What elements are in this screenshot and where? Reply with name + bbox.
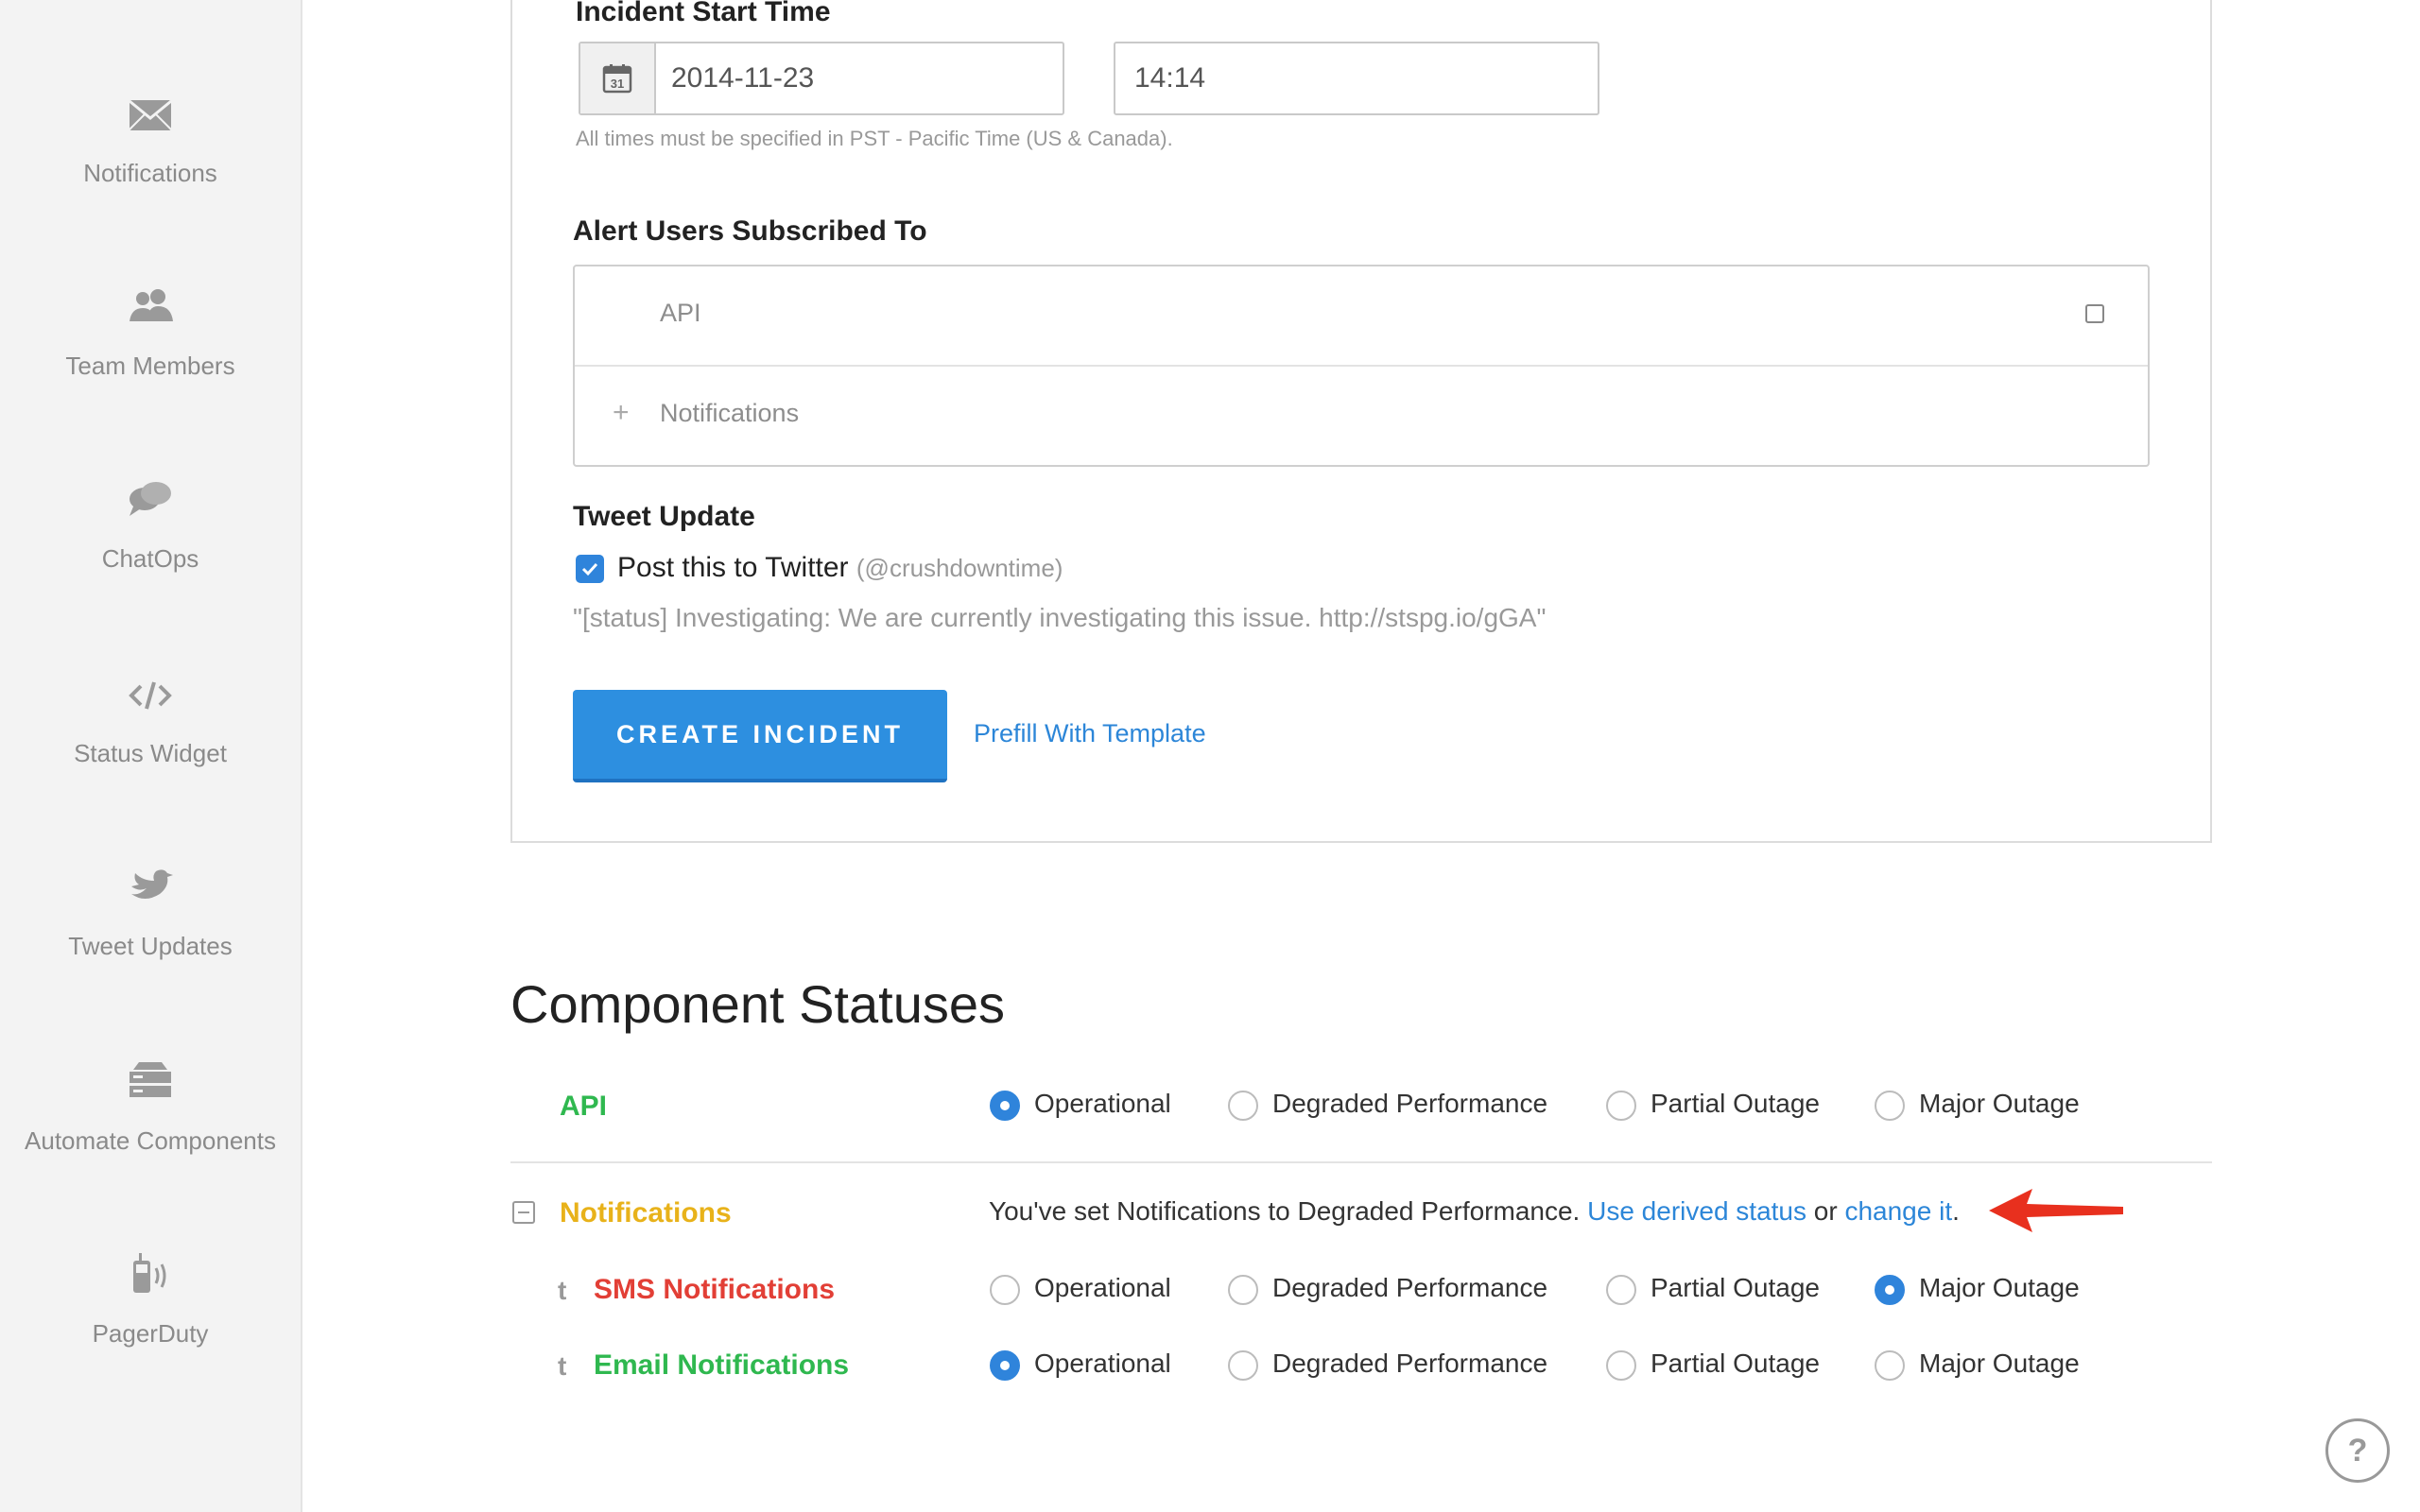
pager-icon bbox=[122, 1247, 179, 1304]
radio-label: Partial Outage bbox=[1651, 1349, 1820, 1378]
create-incident-button[interactable]: CREATE INCIDENT bbox=[573, 690, 947, 782]
component-name-email: Email Notifications bbox=[594, 1349, 850, 1381]
derived-status-text: You've set Notifications to Degraded Per… bbox=[989, 1196, 1581, 1226]
sidebar-item-label: ChatOps bbox=[101, 544, 199, 573]
child-indicator-icon: t bbox=[558, 1351, 567, 1381]
component-name-notifications: Notifications bbox=[560, 1197, 732, 1228]
use-derived-status-link[interactable]: Use derived status bbox=[1587, 1196, 1806, 1226]
sms-radio-operational[interactable] bbox=[990, 1275, 1020, 1305]
email-radio-major-outage[interactable] bbox=[1875, 1350, 1905, 1381]
radio-label: Degraded Performance bbox=[1272, 1273, 1548, 1302]
team-icon bbox=[122, 280, 179, 336]
radio-label: Operational bbox=[1034, 1089, 1171, 1118]
expand-plus-icon[interactable]: + bbox=[613, 397, 630, 429]
prefill-template-link[interactable]: Prefill With Template bbox=[974, 719, 1206, 748]
alert-row-api[interactable]: API bbox=[575, 266, 2148, 365]
chat-bubbles-icon bbox=[122, 472, 179, 529]
derived-status-message: You've set Notifications to Degraded Per… bbox=[989, 1196, 1960, 1227]
api-radio-major-outage[interactable] bbox=[1875, 1091, 1905, 1121]
component-name-api: API bbox=[560, 1091, 608, 1122]
sidebar-item-team-members[interactable]: Team Members bbox=[0, 280, 301, 381]
api-radio-partial-outage[interactable] bbox=[1606, 1091, 1636, 1121]
change-it-link[interactable]: change it bbox=[1844, 1196, 1952, 1226]
sidebar-item-label: Status Widget bbox=[74, 739, 227, 767]
radio-label: Degraded Performance bbox=[1272, 1089, 1548, 1118]
radio-label: Major Outage bbox=[1919, 1273, 2080, 1302]
time-value: 14:14 bbox=[1134, 62, 1206, 94]
api-radio-operational[interactable] bbox=[990, 1091, 1020, 1121]
email-radio-operational[interactable] bbox=[990, 1350, 1020, 1381]
minus-icon bbox=[518, 1211, 529, 1213]
radio-label: Partial Outage bbox=[1651, 1273, 1820, 1302]
alert-row-label: API bbox=[660, 299, 701, 327]
time-input[interactable]: 14:14 bbox=[1114, 42, 1599, 115]
radio-label: Operational bbox=[1034, 1349, 1171, 1378]
api-radio-degraded[interactable] bbox=[1228, 1091, 1258, 1121]
radio-label: Major Outage bbox=[1919, 1349, 2080, 1378]
sidebar-item-automate-components[interactable]: Automate Components bbox=[0, 1055, 301, 1156]
component-name-sms: SMS Notifications bbox=[594, 1274, 836, 1305]
sms-radio-partial-outage[interactable] bbox=[1606, 1275, 1636, 1305]
post-to-twitter-text: Post this to Twitter bbox=[617, 552, 849, 583]
sidebar-item-label: Automate Components bbox=[25, 1126, 276, 1155]
sidebar-item-pagerduty[interactable]: PagerDuty bbox=[0, 1247, 301, 1349]
timezone-hint: All times must be specified in PST - Pac… bbox=[576, 127, 1173, 150]
sidebar-item-label: Team Members bbox=[65, 352, 235, 380]
email-radio-degraded[interactable] bbox=[1228, 1350, 1258, 1381]
sidebar-item-status-widget[interactable]: Status Widget bbox=[0, 667, 301, 768]
period-text: . bbox=[1952, 1196, 1960, 1226]
sms-radio-degraded[interactable] bbox=[1228, 1275, 1258, 1305]
post-to-twitter-checkbox[interactable] bbox=[576, 555, 604, 583]
code-icon bbox=[122, 667, 179, 724]
sidebar-item-notifications[interactable]: Notifications bbox=[0, 87, 301, 188]
child-indicator-icon: t bbox=[558, 1276, 567, 1305]
twitter-bird-icon bbox=[122, 860, 179, 917]
sidebar: Notifications Team Members ChatOps Statu… bbox=[0, 0, 302, 1512]
calendar-icon[interactable]: 31 bbox=[580, 43, 656, 113]
help-button[interactable]: ? bbox=[2325, 1418, 2390, 1483]
tweet-preview: "[status] Investigating: We are currentl… bbox=[573, 603, 1547, 632]
email-radio-partial-outage[interactable] bbox=[1606, 1350, 1636, 1381]
radio-label: Partial Outage bbox=[1651, 1089, 1820, 1118]
start-time-label: Incident Start Time bbox=[576, 0, 831, 27]
alert-components-list: API + Notifications bbox=[573, 265, 2150, 467]
alert-api-checkbox[interactable] bbox=[2085, 304, 2104, 323]
alert-row-label: Notifications bbox=[660, 399, 800, 427]
divider bbox=[510, 1161, 2212, 1163]
sms-radio-major-outage[interactable] bbox=[1875, 1275, 1905, 1305]
sidebar-item-label: PagerDuty bbox=[92, 1319, 209, 1348]
radio-label: Operational bbox=[1034, 1273, 1171, 1302]
component-statuses-title: Component Statuses bbox=[510, 974, 1005, 1034]
sidebar-item-tweet-updates[interactable]: Tweet Updates bbox=[0, 860, 301, 961]
alert-users-label: Alert Users Subscribed To bbox=[573, 215, 927, 247]
sidebar-item-label: Tweet Updates bbox=[68, 932, 233, 960]
svg-text:31: 31 bbox=[611, 77, 624, 91]
date-input[interactable]: 31 2014-11-23 bbox=[579, 42, 1064, 115]
collapse-group-button[interactable] bbox=[512, 1201, 535, 1224]
alert-row-notifications[interactable]: + Notifications bbox=[575, 365, 2148, 463]
radio-label: Degraded Performance bbox=[1272, 1349, 1548, 1378]
radio-label: Major Outage bbox=[1919, 1089, 2080, 1118]
envelope-icon bbox=[122, 87, 179, 144]
sidebar-item-chatops[interactable]: ChatOps bbox=[0, 472, 301, 574]
twitter-handle: (@crushdowntime) bbox=[856, 554, 1063, 582]
post-to-twitter-label[interactable]: Post this to Twitter (@crushdowntime) bbox=[617, 552, 1063, 584]
tweet-update-label: Tweet Update bbox=[573, 501, 755, 532]
red-arrow-annotation bbox=[1989, 1189, 2123, 1232]
date-value: 2014-11-23 bbox=[671, 62, 815, 94]
server-icon bbox=[122, 1055, 179, 1111]
checkmark-icon bbox=[581, 562, 598, 576]
sidebar-item-label: Notifications bbox=[83, 159, 217, 187]
derived-or-text: or bbox=[1813, 1196, 1838, 1226]
